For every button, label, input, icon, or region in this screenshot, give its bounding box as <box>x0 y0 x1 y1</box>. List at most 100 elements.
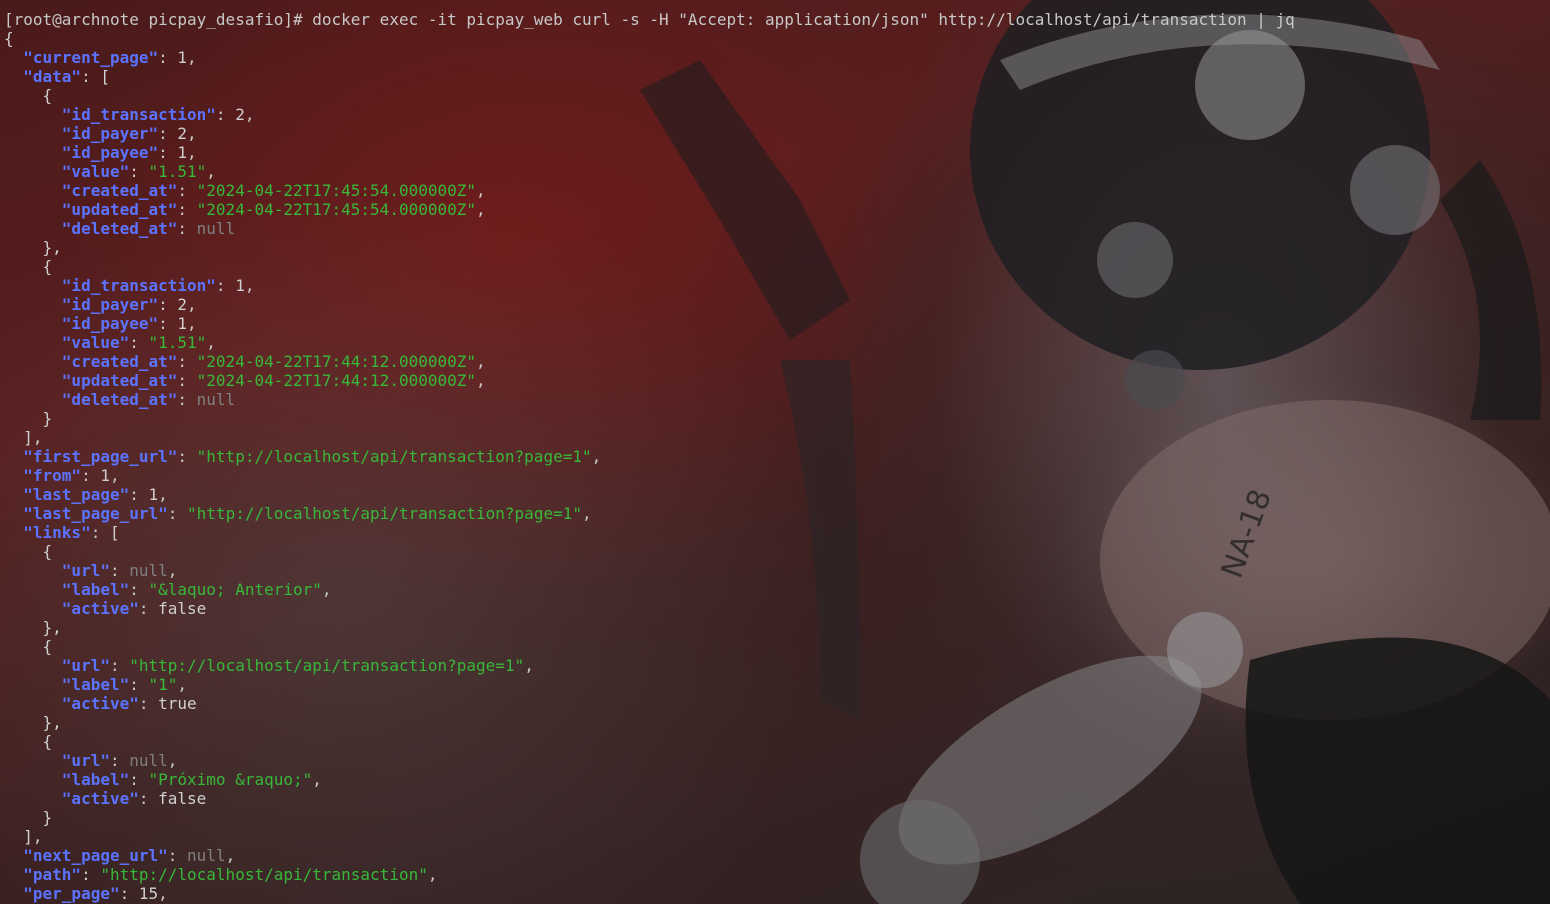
json-value: null <box>196 219 236 238</box>
output-line: "label": "1", <box>61 675 188 694</box>
json-key: "created_at" <box>61 352 178 371</box>
json-key: "id_payee" <box>61 314 159 333</box>
json-key: "active" <box>61 789 139 808</box>
json-value: 2 <box>235 105 245 124</box>
json-value: null <box>129 561 168 580</box>
json-value: 1 <box>177 314 188 333</box>
json-value: null <box>129 751 168 770</box>
output-line: } <box>4 409 1295 428</box>
json-punctuation: { <box>42 732 53 751</box>
shell-command: docker exec -it picpay_web curl -s -H "A… <box>312 10 1295 29</box>
output-line: "id_transaction": 2, <box>61 105 255 124</box>
output-line: "updated_at": "2024-04-22T17:44:12.00000… <box>61 371 486 390</box>
json-key: "next_page_url" <box>23 846 168 865</box>
json-value: true <box>158 694 197 713</box>
json-key: "url" <box>61 561 110 580</box>
output-line: "updated_at": "2024-04-22T17:45:54.00000… <box>61 200 486 219</box>
json-punctuation: { <box>42 86 53 105</box>
output-line: "id_payer": 2, <box>61 295 197 314</box>
json-punctuation: { <box>42 637 53 656</box>
json-value: "http://localhost/api/transaction?page=1… <box>196 447 592 466</box>
json-value: 1 <box>235 276 245 295</box>
json-key: "label" <box>61 770 130 789</box>
json-key: "updated_at" <box>61 371 178 390</box>
json-value: 1 <box>100 466 110 485</box>
json-key: "links" <box>23 523 91 542</box>
json-punctuation: ], <box>23 827 43 846</box>
output-line: "data": [ <box>23 67 110 86</box>
output-line: { <box>4 637 1295 656</box>
json-punctuation: }, <box>42 238 62 257</box>
output-line: "deleted_at": null <box>61 390 236 409</box>
json-value: 1 <box>148 485 159 504</box>
json-key: "active" <box>61 599 139 618</box>
output-line: "created_at": "2024-04-22T17:44:12.00000… <box>61 352 486 371</box>
json-value: false <box>158 789 207 808</box>
output-line: "id_payee": 1, <box>61 314 197 333</box>
json-value: 1 <box>177 48 188 67</box>
output-line: "id_transaction": 1, <box>61 276 255 295</box>
shell-prompt: [root@archnote picpay_desafio]# <box>4 10 313 29</box>
json-value: "2024-04-22T17:45:54.000000Z" <box>196 200 477 219</box>
output-line: "url": "http://localhost/api/transaction… <box>61 656 534 675</box>
output-line: "from": 1, <box>23 466 120 485</box>
json-punctuation: }, <box>42 713 62 732</box>
json-punctuation: }, <box>42 618 62 637</box>
terminal-output[interactable]: [root@archnote picpay_desafio]# docker e… <box>4 10 1295 903</box>
json-value: "2024-04-22T17:44:12.000000Z" <box>196 352 477 371</box>
output-line: "label": "&laquo; Anterior", <box>61 580 332 599</box>
json-key: "per_page" <box>23 884 120 903</box>
json-key: "label" <box>61 580 130 599</box>
json-key: "last_page_url" <box>23 504 168 523</box>
json-value: "Próximo &raquo;" <box>148 770 313 789</box>
json-value: 15 <box>138 884 159 903</box>
json-key: "label" <box>61 675 130 694</box>
json-key: "deleted_at" <box>61 390 178 409</box>
json-punctuation: { <box>42 542 53 561</box>
json-key: "id_payer" <box>61 124 159 143</box>
output-line: "path": "http://localhost/api/transactio… <box>23 865 438 884</box>
json-value: null <box>187 846 226 865</box>
output-line: "active": false <box>61 789 207 808</box>
json-key: "data" <box>23 67 82 86</box>
json-value: null <box>196 390 236 409</box>
hair-strand <box>1440 160 1542 420</box>
output-line: "active": false <box>61 599 207 618</box>
json-key: "created_at" <box>61 181 178 200</box>
json-key: "active" <box>61 694 139 713</box>
helmet-disc-side <box>1350 145 1440 235</box>
json-key: "id_payee" <box>61 143 159 162</box>
json-value: "http://localhost/api/transaction" <box>100 865 428 884</box>
output-line: "links": [ <box>23 523 120 542</box>
json-value: [ <box>100 67 110 86</box>
json-value: "1.51" <box>148 333 207 352</box>
json-key: "url" <box>61 656 110 675</box>
json-value: 2 <box>177 295 188 314</box>
terminal-window[interactable]: NA-18 [root@archnote picpay_desafio]# do… <box>0 0 1550 904</box>
output-line: "first_page_url": "http://localhost/api/… <box>23 447 602 466</box>
json-key: "deleted_at" <box>61 219 178 238</box>
output-line: "id_payee": 1, <box>61 143 197 162</box>
output-line: { <box>4 86 1295 105</box>
output-line: "value": "1.51", <box>61 333 216 352</box>
json-value: "2024-04-22T17:44:12.000000Z" <box>196 371 477 390</box>
json-value: 1 <box>177 143 188 162</box>
json-punctuation: } <box>42 409 53 428</box>
output-line: { <box>4 257 1295 276</box>
json-value: "http://localhost/api/transaction?page=1… <box>187 504 582 523</box>
json-punctuation: } <box>42 808 53 827</box>
json-value: 2 <box>177 124 188 143</box>
json-value: [ <box>109 523 120 542</box>
output-line: "last_page": 1, <box>23 485 168 504</box>
output-line: "label": "Próximo &raquo;", <box>61 770 322 789</box>
json-punctuation: { <box>4 29 14 48</box>
json-key: "value" <box>61 333 130 352</box>
output-line: "last_page_url": "http://localhost/api/t… <box>23 504 592 523</box>
json-punctuation: { <box>42 257 53 276</box>
json-key: "first_page_url" <box>23 447 178 466</box>
output-line: { <box>4 542 1295 561</box>
json-key: "id_transaction" <box>61 276 216 295</box>
command-line: [root@archnote picpay_desafio]# docker e… <box>4 10 1295 29</box>
json-value: "2024-04-22T17:45:54.000000Z" <box>196 181 477 200</box>
output-line: "current_page": 1, <box>23 48 197 67</box>
